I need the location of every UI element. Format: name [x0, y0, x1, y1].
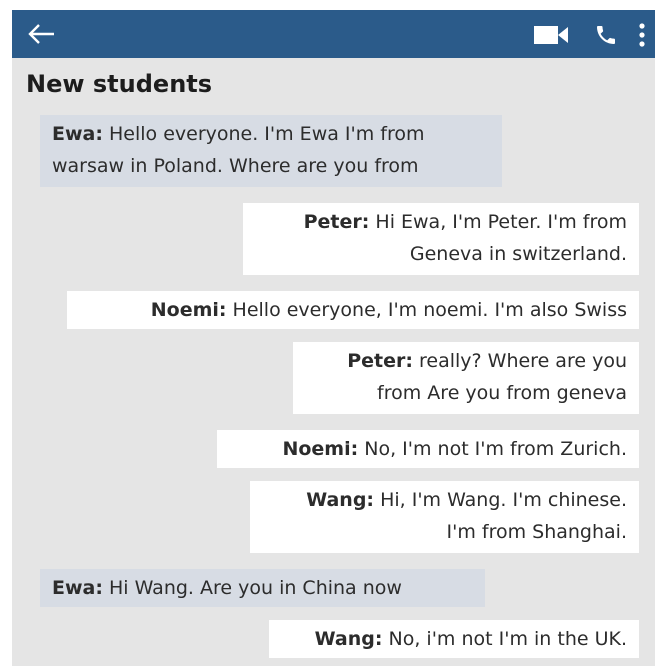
more-vertical-icon[interactable] [637, 22, 647, 48]
message-bubble: Ewa: Hi Wang. Are you in China now [40, 569, 485, 607]
message-sender: Noemi: [282, 438, 359, 460]
message-sender: Peter: [303, 211, 370, 233]
message-sender: Ewa: [52, 123, 103, 145]
arrow-left-icon[interactable] [26, 22, 56, 46]
message-text: really? Where are you [419, 350, 627, 372]
phone-icon[interactable] [593, 23, 619, 47]
message-text: Geneva in switzerland. [409, 243, 627, 265]
message-text: Hello everyone, I'm noemi. I'm also Swis… [232, 299, 627, 321]
message-bubble: Peter: Hi Ewa, I'm Peter. I'm from Genev… [243, 203, 639, 275]
message-text: Hi Wang. Are you in China now [109, 577, 402, 599]
message-text: warsaw in Poland. Where are you from [52, 155, 419, 177]
message-sender: Wang: [314, 628, 383, 650]
message-bubble: Noemi: Hello everyone, I'm noemi. I'm al… [67, 291, 639, 329]
message-bubble: Peter: really? Where are you from Are yo… [293, 342, 639, 414]
message-text: I'm from Shanghai. [446, 521, 627, 543]
message-text: No, I'm not I'm from Zurich. [364, 438, 627, 460]
top-app-bar [12, 10, 655, 58]
message-sender: Ewa: [52, 577, 103, 599]
message-text: Hi, I'm Wang. I'm chinese. [380, 489, 627, 511]
message-text: Hi Ewa, I'm Peter. I'm from [375, 211, 627, 233]
message-sender: Wang: [306, 489, 375, 511]
message-bubble: Wang: No, i'm not I'm in the UK. [269, 620, 639, 658]
message-sender: Peter: [347, 350, 413, 372]
chat-title: New students [26, 70, 213, 98]
message-text: from Are you from geneva [377, 382, 627, 404]
message-sender: Noemi: [150, 299, 227, 321]
message-bubble: Noemi: No, I'm not I'm from Zurich. [217, 430, 639, 468]
video-camera-icon[interactable] [534, 25, 570, 45]
message-bubble: Ewa: Hello everyone. I'm Ewa I'm from wa… [40, 115, 502, 187]
chat-window: New students Ewa: Hello everyone. I'm Ew… [12, 10, 655, 666]
message-text: No, i'm not I'm in the UK. [388, 628, 627, 650]
message-bubble: Wang: Hi, I'm Wang. I'm chinese. I'm fro… [250, 481, 639, 553]
message-text: Hello everyone. I'm Ewa I'm from [109, 123, 425, 145]
